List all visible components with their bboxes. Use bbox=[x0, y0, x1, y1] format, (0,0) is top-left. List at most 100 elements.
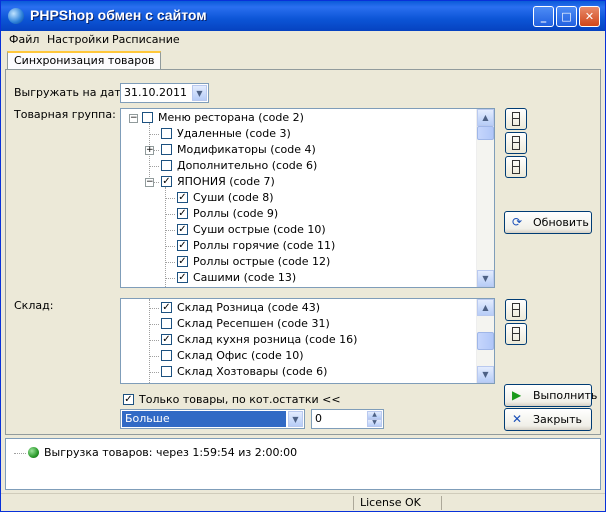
group-tree-scrollbar[interactable]: ▲ ▼ bbox=[476, 109, 494, 287]
tree-item-label: Удаленные (code 3) bbox=[177, 127, 291, 140]
tree-item-label: ЯПОНИЯ (code 7) bbox=[177, 175, 275, 188]
date-label: Выгружать на дату: bbox=[14, 86, 131, 99]
close-button[interactable]: ✕ Закрыть bbox=[504, 408, 592, 431]
only-stock-checkbox[interactable]: ✓ bbox=[123, 394, 134, 405]
tree-item-checkbox[interactable]: ✓ bbox=[177, 240, 188, 251]
play-icon: ▶ bbox=[512, 388, 522, 402]
tree-item-checkbox[interactable]: ✓ bbox=[177, 192, 188, 203]
tree-line bbox=[14, 453, 26, 454]
tab-sync-products[interactable]: Синхронизация товаров bbox=[7, 51, 162, 71]
tree-item-checkbox[interactable]: ✓ bbox=[161, 176, 172, 187]
warehouse-checkbox[interactable] bbox=[161, 318, 172, 329]
scroll-thumb[interactable] bbox=[477, 126, 494, 140]
warehouse-checkbox[interactable]: ✓ bbox=[161, 334, 172, 345]
scroll-up-icon[interactable]: ▲ bbox=[477, 109, 494, 126]
refresh-button[interactable]: ⟳ Обновить bbox=[504, 211, 592, 234]
tree-item-checkbox[interactable] bbox=[161, 160, 172, 171]
warehouse-item-label: Склад Ресепшен (code 31) bbox=[177, 317, 330, 330]
warehouse-item-label: Склад Розница (code 43) bbox=[177, 301, 321, 314]
warehouse-label: Склад: bbox=[14, 299, 54, 312]
chevron-down-icon[interactable]: ▼ bbox=[288, 411, 303, 427]
stepper-up-icon[interactable]: ▲ bbox=[367, 411, 382, 419]
collapse-icon[interactable]: − bbox=[145, 178, 154, 187]
tree-item-checkbox[interactable]: ✓ bbox=[177, 208, 188, 219]
menu-schedule[interactable]: Расписание bbox=[112, 33, 180, 46]
tree-item[interactable]: + Модификаторы (code 4) bbox=[121, 142, 476, 158]
warehouse-checkbox[interactable] bbox=[161, 350, 172, 361]
log-panel: Выгрузка товаров: через 1:59:54 из 2:00:… bbox=[5, 438, 601, 490]
tree-item[interactable]: ✓ Роллы (code 9) bbox=[121, 206, 476, 222]
warehouse-list[interactable]: ✓ Склад Розница (code 43) Склад Ресепшен (… bbox=[120, 298, 495, 384]
log-message: Выгрузка товаров: через 1:59:54 из 2:00:… bbox=[44, 446, 298, 459]
tree-item[interactable]: ✓ Роллы острые (code 12) bbox=[121, 254, 476, 270]
check-all-groups-button[interactable] bbox=[505, 108, 527, 130]
tree-item[interactable]: Удаленные (code 3) bbox=[121, 126, 476, 142]
menu-settings[interactable]: Настройки bbox=[47, 33, 109, 46]
maximize-button[interactable]: □ bbox=[556, 6, 577, 27]
warehouse-scrollbar[interactable]: ▲ ▼ bbox=[476, 299, 494, 383]
tree-item-label: Роллы (code 9) bbox=[193, 207, 279, 220]
uncheck-all-icon bbox=[512, 136, 520, 150]
tree-item[interactable]: ✓ Суши (code 8) bbox=[121, 190, 476, 206]
warehouse-checkbox[interactable] bbox=[161, 366, 172, 377]
window-title: PHPShop обмен с сайтом bbox=[30, 7, 207, 23]
collapse-icon[interactable]: − bbox=[129, 114, 138, 123]
product-group-tree[interactable]: − Меню ресторана (code 2) Удаленные (code … bbox=[120, 108, 495, 288]
comparison-select[interactable]: Больше ▼ bbox=[120, 409, 305, 429]
tree-item-checkbox[interactable]: ✓ bbox=[177, 256, 188, 267]
minimize-button[interactable]: _ bbox=[533, 6, 554, 27]
tree-item[interactable]: ✓ Сашими (code 13) bbox=[121, 270, 476, 286]
warehouse-item-label: Склад кухня розница (code 16) bbox=[177, 333, 358, 346]
tree-item-checkbox[interactable]: ✓ bbox=[177, 224, 188, 235]
invert-icon bbox=[512, 160, 520, 174]
tree-line bbox=[149, 134, 159, 135]
invert-groups-button[interactable] bbox=[505, 156, 527, 178]
date-picker[interactable]: 31.10.2011 ▼ bbox=[120, 83, 209, 103]
scroll-down-icon[interactable]: ▼ bbox=[477, 366, 494, 383]
expand-icon[interactable]: + bbox=[145, 146, 154, 155]
tree-item-label: Роллы горячие (code 11) bbox=[193, 239, 336, 252]
tree-item[interactable]: ✓ Роллы горячие (code 11) bbox=[121, 238, 476, 254]
menu-bar: Файл Настройки Расписание bbox=[1, 31, 605, 49]
tree-item[interactable]: ✓ Суши острые (code 10) bbox=[121, 222, 476, 238]
tree-line bbox=[149, 308, 159, 309]
warehouse-item[interactable]: Склад Хозтовары (code 6) bbox=[121, 364, 476, 380]
title-bar[interactable]: PHPShop обмен с сайтом _ □ ✕ bbox=[1, 1, 605, 31]
tree-item-checkbox[interactable]: ✓ bbox=[177, 272, 188, 283]
close-window-button[interactable]: ✕ bbox=[579, 6, 600, 27]
tree-item-label: Дополнительно (code 6) bbox=[177, 159, 318, 172]
tree-item-checkbox[interactable] bbox=[161, 144, 172, 155]
uncheck-all-icon bbox=[512, 327, 520, 341]
warehouse-item[interactable]: Склад Ресепшен (code 31) bbox=[121, 316, 476, 332]
status-separator bbox=[353, 496, 354, 510]
check-all-warehouses-button[interactable] bbox=[505, 299, 527, 321]
scroll-down-icon[interactable]: ▼ bbox=[477, 270, 494, 287]
chevron-down-icon[interactable]: ▼ bbox=[192, 85, 207, 101]
only-stock-label: Только товары, по кот.остатки << bbox=[139, 393, 341, 406]
status-bar: License OK bbox=[1, 493, 605, 511]
scroll-up-icon[interactable]: ▲ bbox=[477, 299, 494, 316]
execute-button[interactable]: ▶ Выполнить bbox=[504, 384, 597, 407]
warehouse-item[interactable]: ✓ Склад кухня розница (code 16) bbox=[121, 332, 476, 348]
threshold-stepper[interactable]: 0 ▲ ▼ bbox=[311, 409, 384, 429]
threshold-value: 0 bbox=[315, 412, 322, 425]
warehouse-item[interactable]: ✓ Склад Розница (code 43) bbox=[121, 300, 476, 316]
warehouse-item[interactable]: Склад Офис (code 10) bbox=[121, 348, 476, 364]
check-all-icon bbox=[512, 303, 520, 317]
tree-item[interactable]: − ✓ ЯПОНИЯ (code 7) bbox=[121, 174, 476, 190]
tree-item-checkbox[interactable] bbox=[161, 128, 172, 139]
tree-item[interactable]: Дополнительно (code 6) bbox=[121, 158, 476, 174]
tree-line bbox=[165, 230, 175, 231]
app-icon bbox=[8, 8, 24, 24]
warehouse-checkbox[interactable]: ✓ bbox=[161, 302, 172, 313]
group-label: Товарная группа: bbox=[14, 108, 116, 121]
stepper-down-icon[interactable]: ▼ bbox=[367, 419, 382, 427]
uncheck-all-groups-button[interactable] bbox=[505, 132, 527, 154]
tree-item[interactable]: − Меню ресторана (code 2) bbox=[121, 110, 476, 126]
uncheck-all-warehouses-button[interactable] bbox=[505, 323, 527, 345]
tree-line bbox=[149, 372, 159, 373]
scroll-thumb[interactable] bbox=[477, 332, 494, 350]
tree-item-checkbox[interactable] bbox=[142, 112, 153, 123]
menu-file[interactable]: Файл bbox=[9, 33, 39, 46]
tree-line bbox=[149, 324, 159, 325]
